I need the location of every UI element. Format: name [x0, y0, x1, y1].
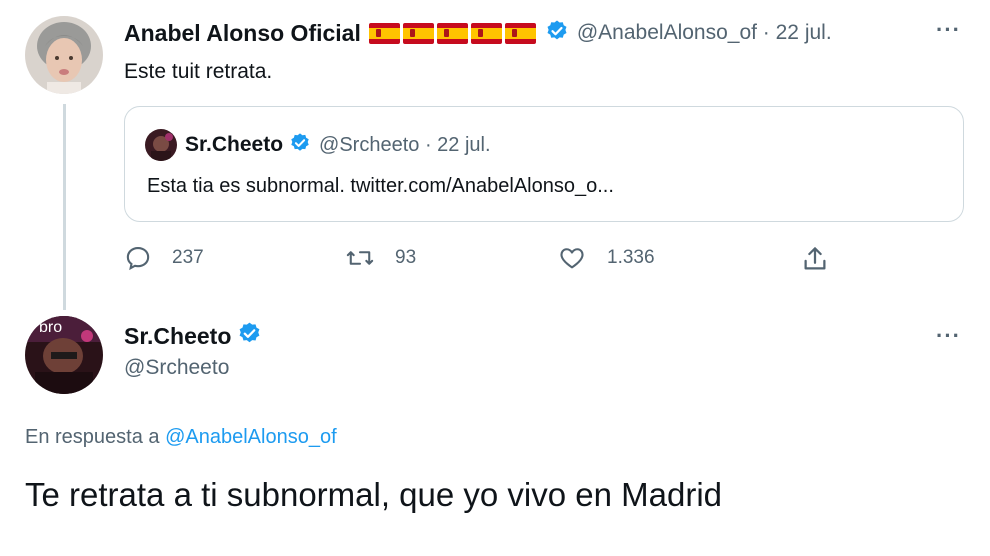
tweet1-more-icon[interactable]: ···: [936, 17, 961, 43]
tweet2-more-icon[interactable]: ···: [936, 323, 961, 349]
avatar-anabel[interactable]: [25, 16, 103, 94]
like-count: 1.336: [607, 247, 655, 268]
tweet1-author-name[interactable]: Anabel Alonso Oficial: [124, 20, 361, 47]
spain-flag-icon: [402, 22, 434, 44]
verified-badge-icon: [545, 19, 569, 48]
like-button[interactable]: 1.336: [557, 244, 655, 272]
tweet1-header: Anabel Alonso Oficial @AnabelAlonso_of ·…: [124, 18, 832, 48]
tweet2-author-name[interactable]: Sr.Cheeto: [124, 323, 231, 350]
reply-context: En respuesta a @AnabelAlonso_of: [25, 426, 337, 449]
quote-handle-date: @Srcheeto · 22 jul.: [319, 133, 491, 156]
reply-to-link[interactable]: @AnabelAlonso_of: [165, 426, 337, 448]
share-icon: [804, 247, 826, 270]
verified-badge-icon: [237, 321, 262, 351]
spain-flag-icon: [368, 22, 400, 44]
share-button[interactable]: [800, 244, 850, 274]
quote-avatar-cheeto: [145, 129, 177, 161]
spain-flag-icon: [436, 22, 468, 44]
quoted-tweet-card[interactable]: Sr.Cheeto @Srcheeto · 22 jul. Esta tia e…: [124, 106, 964, 222]
heart-icon: [560, 248, 584, 269]
spain-flag-icon: [504, 22, 536, 44]
reply-icon: [126, 247, 150, 271]
tweet1-handle-date[interactable]: @AnabelAlonso_of · 22 jul.: [577, 21, 832, 45]
reply-prefix: En respuesta a: [25, 426, 160, 448]
avatar-caption: bro: [39, 319, 63, 336]
tweet2-handle[interactable]: @Srcheeto: [124, 356, 229, 380]
quote-author-name: Sr.Cheeto: [185, 133, 284, 156]
tweet2-text: Te retrata a ti subnormal, que yo vivo e…: [25, 476, 723, 513]
quote-header: Sr.Cheeto @Srcheeto · 22 jul.: [145, 129, 491, 161]
spain-flag-icon: [470, 22, 502, 44]
quote-text: Esta tia es subnormal. twitter.com/Anabe…: [147, 175, 614, 197]
verified-badge-icon: [289, 132, 311, 159]
tweet2-header: Sr.Cheeto: [124, 321, 262, 351]
spain-flags: [368, 22, 539, 44]
retweet-icon: [346, 251, 374, 265]
retweet-count: 93: [395, 247, 417, 268]
tweet1-text: Este tuit retrata.: [124, 60, 273, 83]
reply-count: 237: [172, 247, 204, 268]
avatar-cheeto[interactable]: bro: [25, 316, 103, 394]
reply-button[interactable]: 237: [124, 244, 204, 272]
thread-connector-line: [63, 104, 66, 310]
retweet-button[interactable]: 93: [345, 244, 416, 272]
